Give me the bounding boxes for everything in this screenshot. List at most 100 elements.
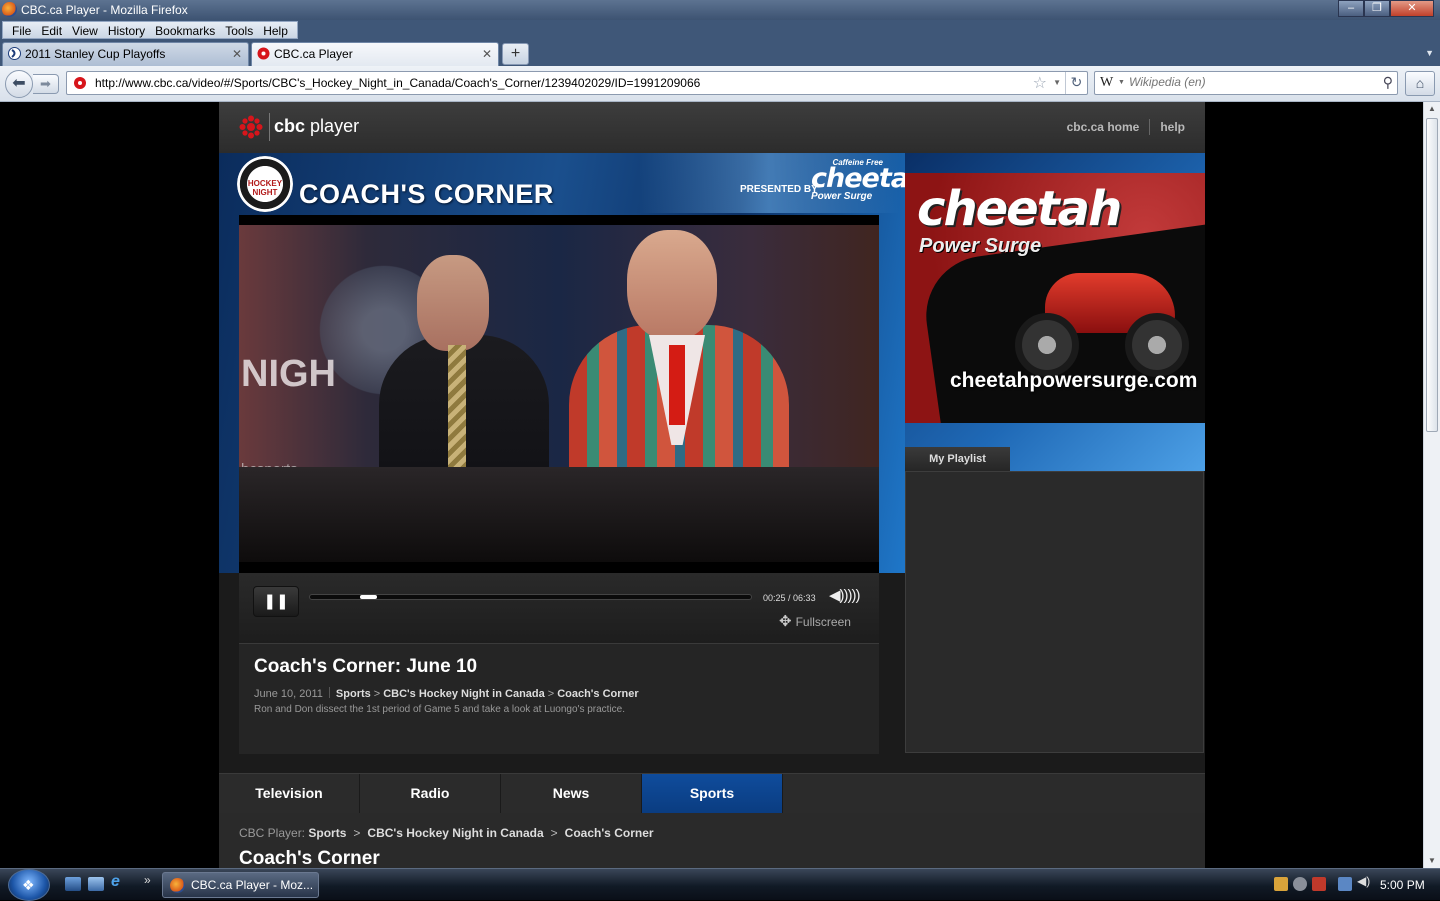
tray-settings-icon[interactable] <box>1293 877 1307 891</box>
fullscreen-label: Fullscreen <box>795 615 851 629</box>
wikipedia-icon[interactable]: W <box>1100 75 1113 91</box>
page-viewport: cbc player cbc.ca home help HOCKEY NIGHT… <box>0 102 1423 868</box>
url-text[interactable]: http://www.cbc.ca/video/#/Sports/CBC's_H… <box>95 76 700 90</box>
menu-bookmarks[interactable]: Bookmarks <box>150 22 220 38</box>
close-tab-icon[interactable]: ✕ <box>482 43 492 65</box>
tab-news[interactable]: News <box>501 774 642 814</box>
progress-bar[interactable] <box>309 594 752 600</box>
show-desktop-icon[interactable] <box>65 877 81 891</box>
time-separator: / <box>785 593 794 603</box>
tab-television[interactable]: Television <box>219 774 360 814</box>
ad-zone: cheetah Power Surge cheetahpowersurge.co… <box>905 153 1205 471</box>
search-input[interactable] <box>1129 75 1369 89</box>
cbc-favicon-icon <box>257 47 270 60</box>
url-bar[interactable]: http://www.cbc.ca/video/#/Sports/CBC's_H… <box>66 71 1088 95</box>
switch-windows-icon[interactable] <box>88 877 104 891</box>
studio-desk <box>239 467 879 562</box>
sponsor-name: cheetah <box>811 163 905 194</box>
player-stage: HOCKEY NIGHT COACH'S CORNER PRESENTED BY… <box>219 153 1205 773</box>
window-titlebar: CBC.ca Player - Mozilla Firefox – ❐ ✕ <box>0 0 1440 20</box>
volume-icon[interactable]: ◀))))) <box>829 586 861 604</box>
clip-path-link[interactable]: Sports <box>336 688 371 700</box>
badge-text: HOCKEY NIGHT <box>247 179 283 197</box>
volume-tray-icon[interactable]: ◀) <box>1357 874 1371 888</box>
site-identity-icon[interactable] <box>73 76 87 90</box>
network-icon[interactable] <box>1338 877 1352 891</box>
hockey-night-logo: HOCKEY NIGHT <box>237 156 293 212</box>
menu-history[interactable]: History <box>103 22 150 38</box>
clip-description: Ron and Don dissect the 1st period of Ga… <box>254 704 626 715</box>
scrollbar-thumb[interactable] <box>1426 118 1438 432</box>
firefox-icon <box>170 878 185 893</box>
tray-app-icon[interactable] <box>1274 877 1288 891</box>
tab-label: 2011 Stanley Cup Playoffs <box>25 47 166 61</box>
minimize-button[interactable]: – <box>1338 0 1364 17</box>
start-button[interactable]: ❖ <box>8 869 50 901</box>
help-link[interactable]: help <box>1150 120 1195 135</box>
tab-radio[interactable]: Radio <box>360 774 501 814</box>
cbc-header: cbc player cbc.ca home help <box>219 102 1205 153</box>
cbc-home-link[interactable]: cbc.ca home <box>1057 120 1150 135</box>
tab-sports[interactable]: Sports <box>642 774 783 820</box>
search-engine-dropdown-icon[interactable]: ▼ <box>1118 79 1125 86</box>
section-title: Coach's Corner <box>239 848 380 868</box>
breadcrumb-item[interactable]: CBC's Hockey Night in Canada <box>367 826 543 840</box>
playlist-body <box>905 471 1204 753</box>
video-frame[interactable]: NIGH bcsports <box>239 225 879 562</box>
clip-path-link[interactable]: Coach's Corner <box>557 688 638 700</box>
fullscreen-button[interactable]: ✥ Fullscreen <box>779 612 851 630</box>
tab-list-icon[interactable]: ▼ <box>1425 48 1434 58</box>
history-dropdown-icon[interactable]: ▼ <box>1053 78 1061 87</box>
menu-help[interactable]: Help <box>258 22 293 38</box>
taskbar-item-label: CBC.ca Player - Moz... <box>191 878 314 892</box>
new-tab-button[interactable]: + <box>502 43 529 65</box>
clock[interactable]: 5:00 PM <box>1380 878 1425 892</box>
clip-path-link[interactable]: CBC's Hockey Night in Canada <box>383 688 545 700</box>
tab-cbc-player[interactable]: CBC.ca Player ✕ <box>251 42 499 66</box>
page-scrollbar[interactable]: ▲ ▼ <box>1423 102 1440 868</box>
breadcrumb-item[interactable]: Coach's Corner <box>565 826 654 840</box>
site-logo[interactable]: cbc player <box>274 116 359 137</box>
search-bar[interactable]: W ▼ ⚲ <box>1094 71 1398 95</box>
clip-meta: June 10, 2011 Sports > CBC's Hockey Night i… <box>254 687 639 700</box>
clip-date: June 10, 2011 <box>254 688 323 700</box>
video-player[interactable]: NIGH bcsports <box>239 215 879 573</box>
internet-explorer-icon[interactable]: e <box>111 873 127 890</box>
window-title: CBC.ca Player - Mozilla Firefox <box>21 3 188 17</box>
scroll-up-icon[interactable]: ▲ <box>1424 102 1440 116</box>
clip-title: Coach's Corner: June 10 <box>254 656 478 677</box>
scroll-down-icon[interactable]: ▼ <box>1424 854 1440 868</box>
menu-view[interactable]: View <box>67 22 103 38</box>
timecode: 00:25 / 06:33 <box>763 593 816 603</box>
tab-my-playlist[interactable]: My Playlist <box>905 447 1010 471</box>
back-button[interactable]: ⬅ <box>5 70 33 98</box>
sponsor-logo: Caffeine Free cheetah Power Surge <box>811 158 905 214</box>
menu-tools[interactable]: Tools <box>220 22 258 38</box>
menu-edit[interactable]: Edit <box>36 22 67 38</box>
navigation-toolbar: ⬅ ➡ http://www.cbc.ca/video/#/Sports/CBC… <box>0 66 1440 102</box>
tab-stanley-cup[interactable]: 2011 Stanley Cup Playoffs ✕ <box>2 42 249 66</box>
playlist-panel: My Playlist <box>905 447 1205 753</box>
progress-handle[interactable] <box>360 595 377 599</box>
menu-file[interactable]: File <box>7 22 36 38</box>
home-button[interactable]: ⌂ <box>1405 71 1435 96</box>
search-icon[interactable]: ⚲ <box>1383 74 1393 91</box>
pause-button[interactable]: ❚❚ <box>253 586 299 617</box>
close-tab-icon[interactable]: ✕ <box>232 43 242 65</box>
tray-security-icon[interactable] <box>1312 877 1326 891</box>
cbc-gem-icon[interactable] <box>239 115 263 139</box>
advertisement[interactable]: cheetah Power Surge cheetahpowersurge.co… <box>905 173 1205 423</box>
system-tray: ◀) 5:00 PM <box>1268 872 1440 898</box>
forward-button[interactable]: ➡ <box>33 74 59 94</box>
close-window-button[interactable]: ✕ <box>1390 0 1434 17</box>
reload-icon[interactable]: ↻ <box>1065 72 1087 94</box>
restore-button[interactable]: ❐ <box>1364 0 1390 17</box>
brand-suffix: player <box>310 116 360 136</box>
bookmark-star-icon[interactable]: ☆ <box>1033 73 1047 93</box>
taskbar-firefox-item[interactable]: CBC.ca Player - Moz... <box>162 872 319 898</box>
quicklaunch-more-icon[interactable]: » <box>144 873 151 887</box>
section-tabs: Television Radio News Sports <box>219 773 1205 820</box>
breadcrumb-item[interactable]: Sports <box>308 826 346 840</box>
show-title: COACH'S CORNER <box>299 179 554 209</box>
current-time: 00:25 <box>763 593 786 603</box>
